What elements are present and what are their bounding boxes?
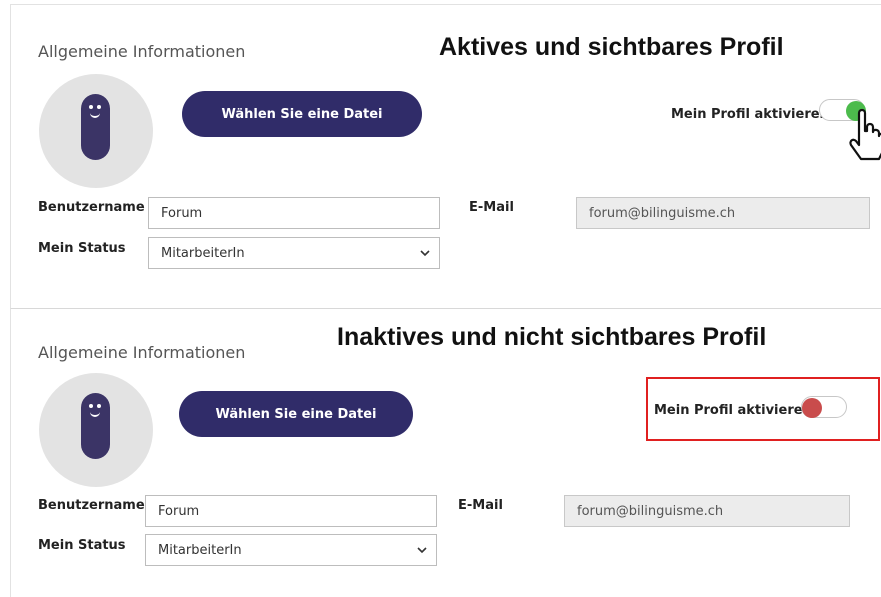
inactive-profile-panel: Allgemeine Informationen Inaktives und n… (10, 308, 881, 597)
status-select-value: MitarbeiterIn (161, 245, 245, 261)
status-select[interactable]: MitarbeiterIn (145, 534, 437, 566)
email-label: E-Mail (469, 200, 514, 215)
choose-file-button[interactable]: Wählen Sie eine Datei (179, 391, 413, 437)
toggle-label: Mein Profil aktivieren (654, 403, 812, 418)
active-profile-panel: Allgemeine Informationen Aktives und sic… (10, 4, 881, 309)
email-label: E-Mail (458, 498, 503, 513)
username-input[interactable]: Forum (148, 197, 440, 229)
email-input: forum@bilinguisme.ch (576, 197, 870, 229)
choose-file-button[interactable]: Wählen Sie eine Datei (182, 91, 422, 137)
smiley-figure-icon (81, 393, 110, 459)
section-title: Allgemeine Informationen (38, 42, 246, 61)
status-select[interactable]: MitarbeiterIn (148, 237, 440, 269)
smiley-figure-icon (81, 94, 110, 160)
toggle-label: Mein Profil aktivieren (671, 107, 829, 122)
status-select-value: MitarbeiterIn (158, 542, 242, 558)
username-label: Benutzername (38, 200, 145, 215)
inactive-profile-caption: Inaktives und nicht sichtbares Profil (337, 323, 767, 351)
chevron-down-icon (420, 250, 430, 257)
status-label: Mein Status (38, 538, 126, 553)
avatar[interactable] (39, 74, 153, 188)
email-input: forum@bilinguisme.ch (564, 495, 850, 527)
profile-active-toggle[interactable] (801, 396, 847, 418)
mouse-pointer-icon (849, 108, 881, 161)
section-title: Allgemeine Informationen (38, 343, 246, 362)
username-input[interactable]: Forum (145, 495, 437, 527)
avatar[interactable] (39, 373, 153, 487)
chevron-down-icon (417, 547, 427, 554)
toggle-knob (802, 398, 822, 418)
status-label: Mein Status (38, 241, 126, 256)
username-label: Benutzername (38, 498, 145, 513)
active-profile-caption: Aktives und sichtbares Profil (439, 33, 784, 61)
